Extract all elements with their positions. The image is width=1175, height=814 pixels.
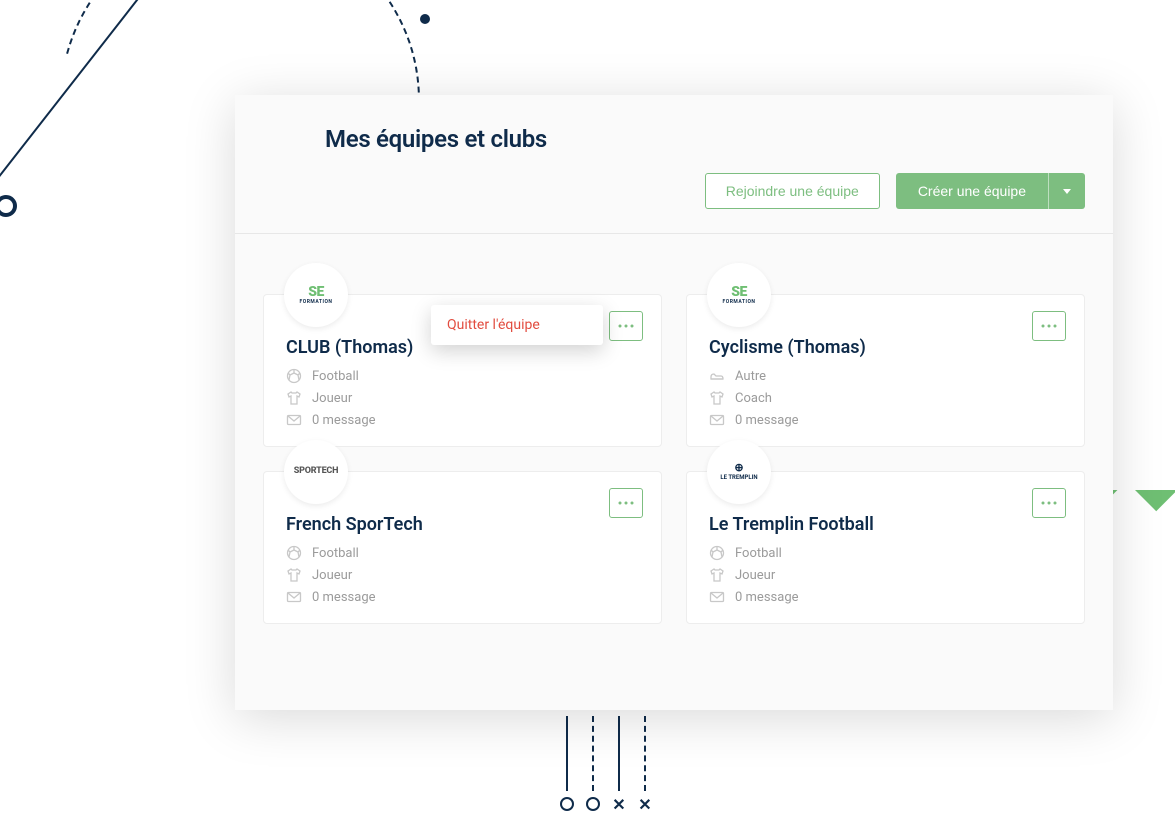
team-logo: SE FORMATION: [707, 263, 771, 327]
team-role-label: Joueur: [312, 391, 352, 406]
jersey-icon: [709, 567, 725, 583]
team-card[interactable]: SE FORMATION Quitter l'équipe CLUB (Thom…: [263, 294, 662, 447]
team-messages-row: 0 message: [709, 412, 1062, 428]
card-dropdown-menu: Quitter l'équipe: [431, 305, 603, 345]
team-sport-label: Football: [312, 369, 359, 384]
jersey-icon: [286, 390, 302, 406]
mail-icon: [286, 412, 302, 428]
team-card[interactable]: ⊕ LE TREMPLIN Le Tremplin Football Footb…: [686, 471, 1085, 624]
team-logo: ⊕ LE TREMPLIN: [707, 440, 771, 504]
more-horizontal-icon: [1041, 324, 1057, 328]
team-messages-label: 0 message: [312, 590, 376, 605]
decorative-circle: [0, 195, 17, 217]
panel-header: Mes équipes et clubs Rejoindre une équip…: [235, 95, 1113, 234]
leave-team-menu-item[interactable]: Quitter l'équipe: [447, 317, 587, 333]
mail-icon: [709, 589, 725, 605]
team-sport-row: Football: [286, 368, 639, 384]
team-role-label: Coach: [735, 391, 772, 406]
team-role-row: Joueur: [286, 390, 639, 406]
team-role-label: Joueur: [312, 568, 352, 583]
card-menu-button[interactable]: [609, 311, 643, 341]
header-actions: Rejoindre une équipe Créer une équipe: [325, 173, 1085, 209]
card-menu-button[interactable]: [609, 488, 643, 518]
team-sport-row: Autre: [709, 368, 1062, 384]
mail-icon: [709, 412, 725, 428]
team-sport-label: Football: [312, 546, 359, 561]
team-name: Cyclisme (Thomas): [709, 337, 1062, 358]
team-name: French SporTech: [286, 514, 639, 535]
jersey-icon: [709, 390, 725, 406]
team-role-label: Joueur: [735, 568, 775, 583]
decorative-dot: [420, 14, 430, 24]
team-card[interactable]: SPORTECH French SporTech Football Joueur: [263, 471, 662, 624]
football-icon: [286, 545, 302, 561]
team-sport-label: Football: [735, 546, 782, 561]
team-sport-row: Football: [709, 545, 1062, 561]
more-horizontal-icon: [618, 501, 634, 505]
create-team-button-group: Créer une équipe: [896, 173, 1085, 209]
team-role-row: Coach: [709, 390, 1062, 406]
teams-grid: SE FORMATION Quitter l'équipe CLUB (Thom…: [235, 234, 1113, 652]
create-team-dropdown-button[interactable]: [1048, 173, 1085, 209]
team-messages-label: 0 message: [312, 413, 376, 428]
team-role-row: Joueur: [709, 567, 1062, 583]
team-messages-label: 0 message: [735, 413, 799, 428]
card-menu-button[interactable]: [1032, 311, 1066, 341]
team-messages-row: 0 message: [286, 589, 639, 605]
decorative-bottom: ✕ ✕: [560, 716, 652, 805]
team-card[interactable]: SE FORMATION Cyclisme (Thomas) Autre Coa…: [686, 294, 1085, 447]
teams-panel: Mes équipes et clubs Rejoindre une équip…: [235, 95, 1113, 710]
page-title: Mes équipes et clubs: [325, 125, 1085, 153]
football-icon: [286, 368, 302, 384]
team-messages-label: 0 message: [735, 590, 799, 605]
team-messages-row: 0 message: [709, 589, 1062, 605]
mail-icon: [286, 589, 302, 605]
team-name: Le Tremplin Football: [709, 514, 1062, 535]
team-sport-row: Football: [286, 545, 639, 561]
card-menu-button[interactable]: [1032, 488, 1066, 518]
create-team-button[interactable]: Créer une équipe: [896, 173, 1048, 209]
more-horizontal-icon: [1041, 501, 1057, 505]
team-role-row: Joueur: [286, 567, 639, 583]
jersey-icon: [286, 567, 302, 583]
football-icon: [709, 545, 725, 561]
shoe-icon: [709, 368, 725, 384]
team-logo: SPORTECH: [284, 440, 348, 504]
team-logo: SE FORMATION: [284, 263, 348, 327]
team-messages-row: 0 message: [286, 412, 639, 428]
more-horizontal-icon: [618, 324, 634, 328]
team-sport-label: Autre: [735, 369, 766, 384]
join-team-button[interactable]: Rejoindre une équipe: [705, 173, 880, 209]
chevron-down-icon: [1063, 189, 1071, 194]
